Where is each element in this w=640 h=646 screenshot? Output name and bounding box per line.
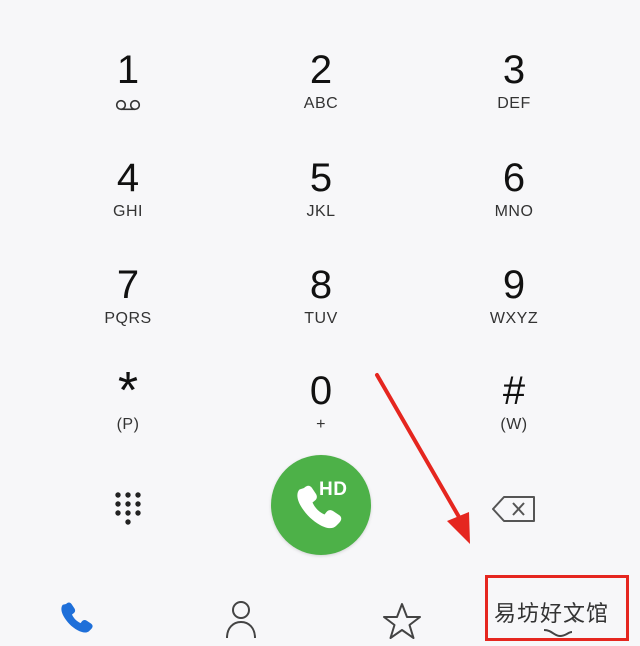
key-0[interactable]: 0 + — [221, 369, 421, 469]
key-letters: + — [316, 416, 326, 433]
contacts-icon — [226, 601, 256, 639]
nav-contacts-tab[interactable] — [211, 590, 271, 641]
key-digit: 6 — [502, 156, 526, 200]
key-digit: 1 — [116, 48, 140, 92]
voicemail-icon — [115, 98, 141, 116]
key-letters: TUV — [304, 310, 338, 327]
key-digit: 4 — [116, 156, 140, 200]
watermark-text: 易坊好文馆 — [494, 602, 610, 627]
key-4[interactable]: 4 GHI — [28, 156, 228, 256]
call-button[interactable]: HD — [271, 455, 371, 555]
dialpad-grid-icon[interactable] — [103, 485, 153, 535]
key-letters: JKL — [306, 203, 336, 220]
key-digit: 8 — [309, 263, 333, 307]
nav-favorites-tab[interactable] — [372, 590, 432, 641]
key-3[interactable]: 3 DEF — [414, 48, 614, 148]
key-digit: 7 — [116, 263, 140, 307]
key-digit: # — [502, 369, 526, 413]
key-5[interactable]: 5 JKL — [221, 156, 421, 256]
key-2[interactable]: 2 ABC — [221, 48, 421, 148]
key-6[interactable]: 6 MNO — [414, 156, 614, 256]
dial-keypad: 1 2 ABC 3 DEF 4 GHI 5 JKL 6 MNO 7 PQRS 8… — [0, 0, 640, 450]
key-letters: WXYZ — [489, 310, 539, 327]
star-icon — [383, 603, 421, 639]
key-letters: PQRS — [104, 310, 152, 327]
key-1[interactable]: 1 — [28, 48, 228, 148]
key-digit: 5 — [309, 156, 333, 200]
phone-icon — [61, 602, 93, 633]
key-9[interactable]: 9 WXYZ — [414, 263, 614, 363]
dial-action-row: HD — [0, 455, 640, 570]
key-letters: DEF — [497, 95, 531, 112]
key-digit: 3 — [502, 48, 526, 92]
key-letters: GHI — [113, 203, 143, 220]
key-letters: (P) — [116, 416, 140, 433]
hd-badge: HD — [319, 479, 348, 500]
key-hash[interactable]: # (W) — [414, 369, 614, 469]
key-letters: ABC — [303, 95, 339, 112]
key-digit: 9 — [502, 263, 526, 307]
key-digit: * — [117, 362, 139, 420]
key-star[interactable]: * (P) — [28, 362, 228, 469]
key-letters: (W) — [500, 416, 528, 433]
key-digit: 2 — [309, 48, 333, 92]
key-7[interactable]: 7 PQRS — [28, 263, 228, 363]
key-letters: MNO — [494, 203, 534, 220]
key-digit: 0 — [309, 369, 333, 413]
phone-icon — [297, 485, 342, 529]
key-8[interactable]: 8 TUV — [221, 263, 421, 363]
backspace-icon[interactable] — [490, 489, 540, 529]
nav-phone-tab[interactable] — [52, 590, 112, 641]
